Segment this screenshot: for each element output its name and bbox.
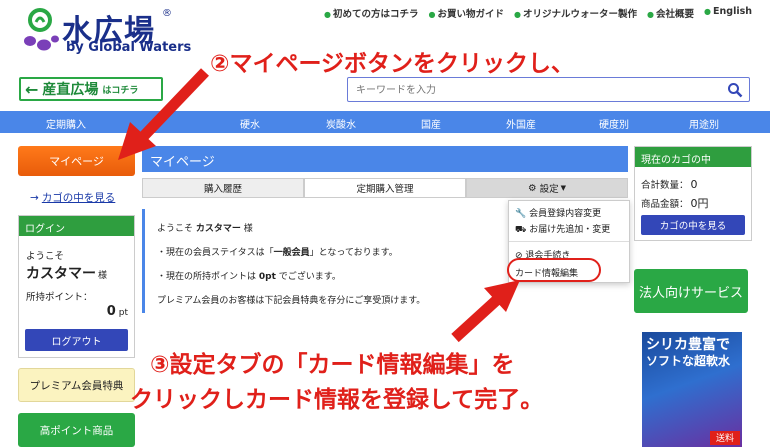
- wrench-icon: 🔧: [515, 209, 527, 219]
- points-line: ・現在の所持ポイントは 0pt でございます。: [157, 272, 341, 282]
- search-icon[interactable]: [727, 82, 743, 98]
- registered-mark: ®: [162, 8, 172, 19]
- category-nav: 定期購入 硬水 炭酸水 国産 外国産 硬度別 用途別: [0, 111, 770, 133]
- login-username: カスタマー様: [26, 266, 108, 282]
- nav-item-gaikokusan[interactable]: 外国産: [506, 116, 536, 131]
- top-link-beginners[interactable]: 初めての方はコチラ: [324, 6, 419, 20]
- promo-line1: シリカ豊富で: [646, 337, 730, 353]
- top-link-guide[interactable]: お買い物ガイド: [429, 6, 505, 20]
- points-label: 所持ポイント：: [26, 292, 93, 303]
- cart-total-price: 商品金額： 0円: [641, 197, 709, 210]
- top-link-company[interactable]: 会社概要: [647, 6, 694, 20]
- mypage-tabs: 購入履歴 定期購入管理 ⚙ 設定 ▼: [142, 178, 628, 198]
- corporate-service-banner[interactable]: 法人向けサービス: [634, 269, 748, 313]
- promo-line2: ソフトな超軟水: [646, 354, 731, 368]
- annotation-step3-line2: クリックしカード情報を登録して完了。: [130, 387, 544, 413]
- nav-item-tansansui[interactable]: 炭酸水: [326, 116, 356, 131]
- caret-down-icon: ▼: [560, 184, 566, 192]
- nav-item-teiki[interactable]: 定期購入: [46, 116, 86, 131]
- left-arrow-icon: ←: [25, 79, 39, 99]
- high-points-banner[interactable]: 高ポイント商品: [18, 413, 135, 447]
- site-logo-subtitle: by Global Waters: [66, 40, 192, 55]
- search-input[interactable]: [356, 81, 716, 99]
- premium-benefits-banner[interactable]: プレミアム会員特典: [18, 368, 135, 402]
- view-cart-link[interactable]: カゴの中を見る: [30, 190, 116, 205]
- points-value: 0 pt: [106, 304, 128, 319]
- highlight-circle: [507, 258, 601, 282]
- menu-divider: [509, 241, 629, 242]
- tab-purchase-history[interactable]: 購入履歴: [142, 178, 304, 198]
- truck-icon: ⛟: [515, 225, 527, 235]
- login-welcome: ようこそ: [26, 251, 65, 262]
- login-panel: ログイン ようこそ カスタマー様 所持ポイント： 0 pt ログアウト: [18, 215, 135, 358]
- cart-summary-panel: 現在のカゴの中 合計数量： 0 商品金額： 0円 カゴの中を見る: [634, 146, 752, 241]
- welcome-line: ようこそ カスタマー 様: [157, 224, 253, 234]
- nav-item-youtobetsu[interactable]: 用途別: [689, 116, 719, 131]
- annotation-step2: ②マイページボタンをクリックし、: [210, 51, 575, 77]
- cart-total-qty: 合計数量： 0: [641, 178, 698, 191]
- tab-settings-label: 設定: [539, 184, 559, 195]
- promo-badge: 送料: [710, 431, 740, 445]
- annotation-step3-line1: ③設定タブの「カード情報編集」を: [150, 352, 515, 378]
- menu-item-delivery-address[interactable]: ⛟ お届け先追加・変更: [515, 222, 610, 236]
- page-title: マイページ: [142, 146, 628, 172]
- logout-button[interactable]: ログアウト: [25, 329, 128, 351]
- tab-settings[interactable]: ⚙ 設定 ▼: [466, 178, 628, 198]
- mypage-button[interactable]: マイページ: [18, 146, 135, 176]
- water-drops-logo-icon[interactable]: [22, 8, 60, 52]
- login-panel-title: ログイン: [19, 216, 134, 236]
- sanchoku-banner[interactable]: ← 産直広場 はコチラ: [19, 77, 163, 101]
- top-link-english[interactable]: English: [704, 6, 752, 20]
- top-links: 初めての方はコチラ お買い物ガイド オリジナルウォーター製作 会社概要 Engl…: [324, 6, 752, 20]
- menu-item-edit-profile[interactable]: 🔧 会員登録内容変更: [515, 206, 601, 219]
- tab-subscription[interactable]: 定期購入管理: [304, 178, 466, 198]
- nav-item-kokusan[interactable]: 国産: [421, 116, 441, 131]
- top-link-original-water[interactable]: オリジナルウォーター製作: [514, 6, 637, 20]
- sanchoku-label: 産直広場: [42, 82, 99, 98]
- soft-water-promo-banner[interactable]: シリカ豊富で ソフトな超軟水 送料: [642, 332, 742, 447]
- premium-note: プレミアム会員のお客様は下記会員特典を存分にご享受頂けます。: [157, 296, 426, 306]
- sanchoku-suffix: はコチラ: [102, 85, 139, 96]
- member-status-line: ・現在の会員ステイタスは「一般会員」となっております。: [157, 248, 398, 258]
- nav-item-kousui[interactable]: 硬水: [240, 116, 260, 131]
- gear-icon: ⚙: [528, 182, 537, 194]
- search-box: [347, 77, 750, 102]
- view-cart-button[interactable]: カゴの中を見る: [641, 215, 745, 235]
- cart-panel-title: 現在のカゴの中: [635, 147, 751, 167]
- nav-item-koudobetsu[interactable]: 硬度別: [599, 116, 629, 131]
